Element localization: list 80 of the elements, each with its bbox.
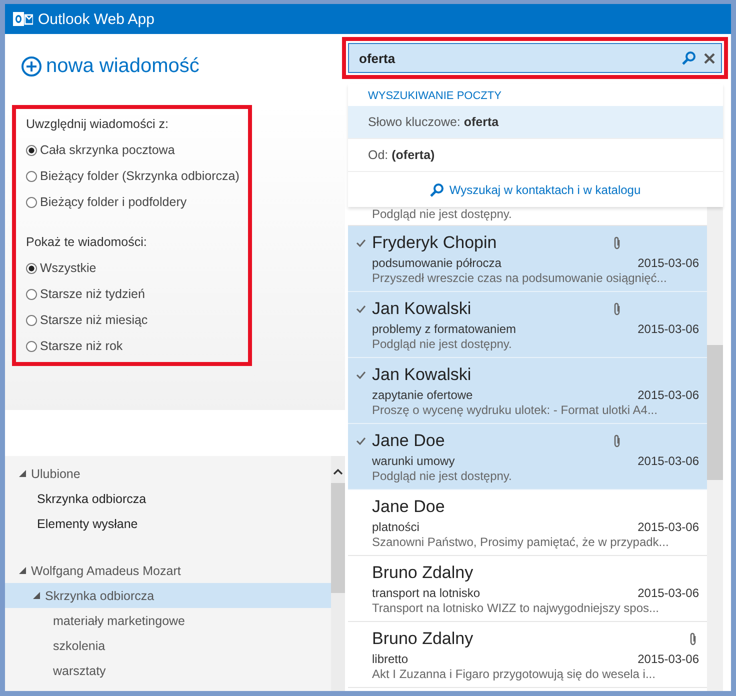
message-date: 2015-03-06 (638, 322, 699, 336)
folder-item[interactable]: materiały marketingowe (5, 608, 331, 633)
folder-item[interactable]: Ulubione (5, 461, 331, 486)
sender-name: Jan Kowalski (372, 364, 472, 384)
radio-option[interactable]: Starsze niż miesiąc (26, 307, 248, 333)
message-subject: transport na lotnisko (372, 586, 480, 600)
message-subject: zapytanie ofertowe (372, 388, 473, 402)
scrollbar[interactable] (707, 207, 723, 691)
message-item[interactable]: Jane Doe warunki umowy 2015-03-06 Podgląd nie jest dostępny. (348, 424, 707, 490)
folder-item[interactable]: warsztaty (5, 658, 331, 683)
filter-label: Pokaż te wiadomości: (26, 235, 148, 251)
folder-item[interactable]: Elementy wysłane (5, 511, 331, 536)
window-title: Outlook Web App (38, 10, 154, 28)
search-field[interactable]: oferta (348, 43, 722, 73)
message-item[interactable]: Jan Kowalski problemy z formatowaniem 2015-03-06 Podgląd nie jest dostępny. (348, 292, 707, 358)
check-icon (356, 239, 366, 247)
suggestion-item[interactable]: Od: (oferta) (348, 139, 723, 172)
check-icon (356, 305, 366, 313)
expand-triangle-icon[interactable] (19, 470, 26, 477)
search-icon (430, 182, 444, 196)
radio-option[interactable]: Starsze niż rok (26, 333, 248, 359)
message-subject: podsumowanie półrocza (372, 256, 502, 270)
sender-name: Bruno Zdalny (372, 562, 474, 582)
expand-triangle-icon[interactable] (19, 567, 26, 574)
radio-button[interactable] (26, 196, 37, 208)
suggestions-header: WYSZUKIWANIE POCZTY (367, 89, 502, 104)
plus-icon (21, 56, 42, 76)
search-icon[interactable] (682, 51, 696, 65)
message-item[interactable]: Jan Kowalski zapytanie ofertowe 2015-03-06 Proszę o wycenę wydruku ulotek: - Format ulotki A4... (348, 358, 707, 424)
filter-label: Uwzględnij wiadomości z: (26, 117, 170, 133)
folder-item[interactable]: Wolfgang Amadeus Mozart (5, 558, 331, 583)
radio-button[interactable] (26, 262, 37, 274)
sender-name: Jan Kowalski (372, 298, 472, 318)
radio-button[interactable] (26, 340, 37, 352)
message-date: 2015-03-06 (638, 256, 699, 270)
message-date: 2015-03-06 (638, 586, 699, 600)
sender-name: Fryderyk Chopin (372, 232, 497, 252)
scroll-up-icon[interactable] (333, 468, 343, 475)
mail-logo-icon (13, 11, 33, 27)
check-icon (356, 437, 366, 445)
message-preview: Transport na lotnisko WIZZ to najwygodniejszy spos... (372, 601, 660, 615)
sender-name: Jane Doe (372, 430, 445, 450)
message-preview: Podgląd nie jest dostępny. (372, 207, 513, 221)
message-date: 2015-03-06 (638, 520, 699, 534)
message-preview: Szanowni Państwo, Prosimy pamiętać, że w przypadk... (372, 535, 670, 549)
check-icon (356, 371, 366, 379)
message-preview: Proszę o wycenę wydruku ulotek: - Format ulotki A4... (372, 403, 658, 417)
radio-button[interactable] (26, 314, 37, 326)
scrollbar[interactable] (331, 456, 345, 691)
sender-name: Bruno Zdalny (372, 628, 474, 648)
message-preview: Podgląd nie jest dostępny. (372, 469, 513, 483)
sender-name: Jane Doe (372, 496, 445, 516)
radio-option[interactable]: Wszystkie (26, 255, 248, 281)
radio-option[interactable]: Cała skrzynka pocztowa (26, 137, 248, 163)
message-preview: Przyszedł wreszcie czas na podsumowanie osiągnięć... (372, 271, 668, 285)
search-input[interactable]: oferta (359, 50, 674, 66)
radio-button[interactable] (26, 144, 37, 156)
radio-option[interactable]: Bieżący folder i podfoldery (26, 189, 248, 215)
expand-triangle-icon[interactable] (33, 592, 40, 599)
message-subject: problemy z formatowaniem (372, 322, 516, 336)
message-subject: libretto (372, 652, 408, 666)
message-preview: Akt I Zuzanna i Figaro przygotowują się do wesela i... (372, 667, 656, 681)
message-subject: warunki umowy (372, 454, 455, 468)
suggestion-item[interactable]: Słowo kluczowe: oferta (348, 106, 723, 139)
message-date: 2015-03-06 (638, 454, 699, 468)
radio-button[interactable] (26, 288, 37, 300)
message-preview: Podgląd nie jest dostępny. (372, 337, 513, 351)
message-date: 2015-03-06 (638, 652, 699, 666)
contacts-search-link[interactable]: Wyszukaj w kontaktach i w katalogu (348, 172, 723, 207)
folder-item[interactable]: Skrzynka odbiorcza (5, 583, 331, 608)
message-item[interactable]: Fryderyk Chopin podsumowanie półrocza 2015-03-06 Przyszedł wreszcie czas na podsumowanie osiągnięć... (348, 226, 707, 292)
close-icon[interactable] (704, 52, 715, 64)
folder-item[interactable]: Skrzynka odbiorcza (5, 486, 331, 511)
message-subject: platności (372, 520, 420, 534)
folder-item[interactable]: szkolenia (5, 633, 331, 658)
radio-option[interactable]: Starsze niż tydzień (26, 281, 248, 307)
radio-option[interactable]: Bieżący folder (Skrzynka odbiorcza) (26, 163, 248, 189)
radio-button[interactable] (26, 170, 37, 182)
message-item[interactable]: Podgląd nie jest dostępny. (348, 207, 707, 226)
message-date: 2015-03-06 (638, 388, 699, 402)
